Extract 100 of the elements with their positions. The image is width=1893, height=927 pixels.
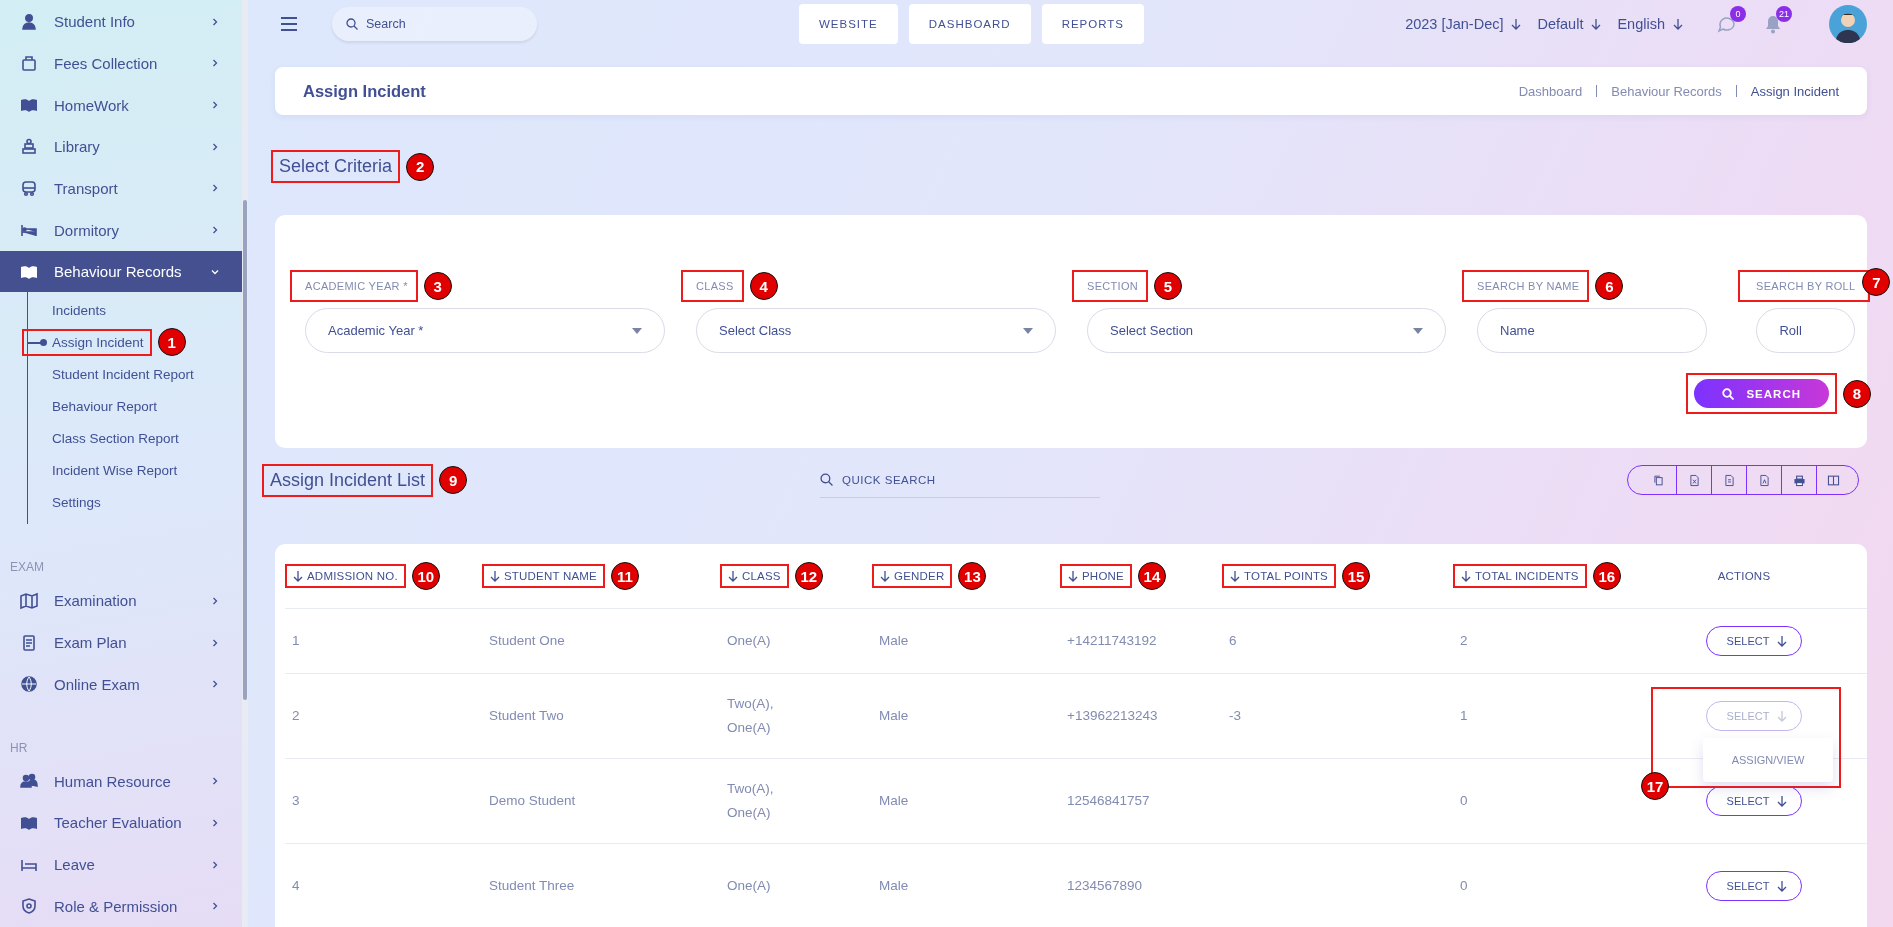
select-button[interactable]: SELECT	[1705, 871, 1803, 901]
breadcrumb-link[interactable]: Assign Incident	[1750, 83, 1839, 99]
chevron-icon	[210, 776, 220, 787]
select-dropdown[interactable]: Select Class	[696, 308, 1056, 353]
arrow-down-icon	[1777, 635, 1788, 647]
table-cell-text: +13962213243	[1066, 707, 1159, 726]
person-icon	[20, 12, 38, 31]
input-field[interactable]: Roll	[1756, 308, 1856, 353]
caret-icon	[632, 327, 642, 334]
callout-number: 12	[794, 562, 823, 590]
callout-number: 11	[610, 562, 639, 590]
sidebar-subitem[interactable]: Behaviour Report	[28, 399, 158, 414]
field-label: CLASS	[696, 279, 734, 294]
sidebar-item[interactable]: Fees Collection	[0, 42, 242, 85]
input-field[interactable]: Name	[1477, 308, 1707, 353]
callout-number: 9	[439, 466, 468, 494]
table-cell-text: Demo Student	[488, 792, 577, 811]
quick-search-field[interactable]: QUICK SEARCH	[820, 462, 1101, 498]
chat-icon[interactable]	[1717, 14, 1737, 34]
column-header[interactable]: ADMISSION NO.	[293, 570, 398, 582]
sidebar-subitem[interactable]: Incident Wise Report	[28, 463, 178, 478]
nav-button[interactable]: REPORTS	[1041, 4, 1144, 44]
book-icon	[20, 96, 38, 115]
sidebar-subitem[interactable]: Class Section Report	[28, 431, 179, 446]
sidebar-item[interactable]: Transport	[0, 167, 242, 210]
sort-arrow-icon	[1230, 570, 1240, 582]
column-header[interactable]: TOTAL POINTS	[1230, 570, 1328, 582]
selector-dropdown[interactable]: Default	[1537, 16, 1602, 32]
stack-icon	[20, 137, 38, 156]
sidebar-subitem[interactable]: Assign Incident	[28, 335, 144, 350]
section-heading: Assign Incident List	[270, 469, 426, 491]
selector-dropdown[interactable]: 2023 [Jan-Dec]	[1405, 16, 1522, 32]
table-cell-text: One(A)	[726, 877, 772, 896]
sidebar-item[interactable]: Teacher Evaluation	[0, 802, 242, 844]
select-button[interactable]: SELECT	[1705, 786, 1803, 816]
callout-number: 5	[1154, 272, 1182, 300]
nav-button[interactable]: DASHBOARD	[908, 4, 1031, 44]
sidebar-item[interactable]: Behaviour Records	[0, 250, 242, 293]
callout-number: 10	[411, 562, 440, 590]
bag-icon	[20, 54, 38, 73]
sidebar-item[interactable]: Online Exam	[0, 663, 242, 705]
table-cell-text: 2	[1459, 632, 1469, 651]
avatar[interactable]	[1829, 5, 1867, 43]
menu-item[interactable]: ASSIGN/VIEW	[1703, 746, 1833, 774]
search-button[interactable]: SEARCH	[1694, 379, 1829, 408]
chevron-icon	[210, 100, 220, 111]
callout-number: 7	[1862, 268, 1891, 296]
table-cell-text: 1234567890	[1066, 877, 1144, 896]
clipboard-icon	[20, 633, 38, 652]
sidebar-item[interactable]: Exam Plan	[0, 621, 242, 664]
bus-icon	[20, 179, 38, 198]
column-header[interactable]: STUDENT NAME	[490, 570, 597, 582]
table-cell-text: 3	[291, 792, 301, 811]
breadcrumb-link[interactable]: Dashboard	[1518, 83, 1583, 99]
sidebar-item[interactable]: Role & Permission	[0, 885, 242, 927]
table-cell-text: Two(A), One(A)	[726, 695, 775, 737]
chevron-icon	[210, 16, 220, 27]
column-header[interactable]: GENDER	[880, 570, 945, 582]
select-dropdown[interactable]: Academic Year *	[305, 308, 665, 353]
search-icon	[1722, 387, 1735, 400]
arrow-down-icon	[1777, 710, 1788, 722]
table-cell-text: Male	[878, 707, 910, 726]
sidebar-item[interactable]: Dormitory	[0, 209, 242, 251]
sidebar-item[interactable]: Human Resource	[0, 760, 242, 803]
caret-icon	[1023, 327, 1033, 334]
table-cell-text: +14211743192	[1066, 632, 1158, 651]
arrow-down-icon	[1511, 18, 1522, 30]
sidebar-subitem[interactable]: Student Incident Report	[28, 367, 194, 382]
column-header[interactable]: PHONE	[1068, 570, 1124, 582]
scrollbar-thumb[interactable]	[243, 200, 247, 700]
sidebar-item[interactable]: Library	[0, 125, 242, 168]
chevron-icon	[210, 679, 220, 690]
sidebar-item[interactable]: Examination	[0, 580, 242, 622]
sidebar-subitem[interactable]: Incidents	[28, 303, 107, 318]
callout-number: 6	[1595, 272, 1624, 300]
sidebar-item[interactable]: Leave	[0, 843, 242, 886]
chevron-icon	[210, 183, 220, 194]
table-cell-text: 4	[291, 877, 301, 896]
section-label: HR	[9, 739, 29, 757]
sidebar-subitem[interactable]: Settings	[28, 495, 101, 510]
sort-arrow-icon	[728, 570, 738, 582]
column-header[interactable]: CLASS	[728, 570, 781, 582]
nav-button[interactable]: WEBSITE	[799, 4, 898, 44]
menu-icon[interactable]	[281, 17, 297, 31]
select-dropdown[interactable]: Select Section	[1087, 308, 1446, 353]
selector-dropdown[interactable]: English	[1617, 16, 1683, 32]
callout-number: 14	[1137, 562, 1166, 590]
shield-icon	[20, 897, 38, 916]
field-label: ACADEMIC YEAR *	[305, 279, 408, 294]
field-label: SEARCH BY NAME	[1477, 279, 1580, 294]
table-cell-text: Male	[878, 877, 910, 896]
sidebar-item[interactable]: HomeWork	[0, 84, 242, 126]
table-cell-text: 6	[1228, 632, 1238, 651]
search-field[interactable]: Search	[332, 7, 537, 41]
sidebar-item[interactable]: Student Info	[0, 1, 242, 43]
sort-arrow-icon	[880, 570, 890, 582]
breadcrumb-link[interactable]: Behaviour Records	[1611, 83, 1722, 99]
arrow-down-icon	[1777, 795, 1788, 807]
select-button[interactable]: SELECT	[1705, 626, 1803, 656]
column-header[interactable]: TOTAL INCIDENTS	[1461, 570, 1579, 582]
